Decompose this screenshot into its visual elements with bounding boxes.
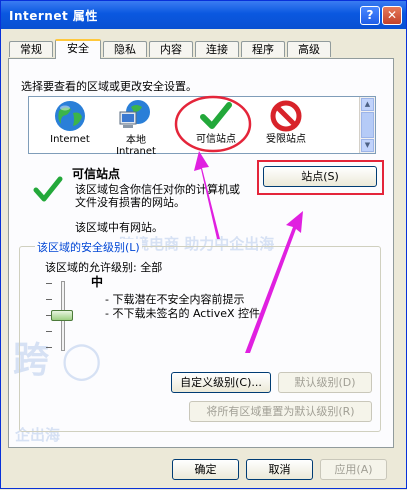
- selected-zone-check-icon: [33, 176, 63, 202]
- zone-restricted-sites-label: 受限站点: [266, 134, 306, 145]
- zone-list-scrollbar[interactable]: ▲ ▼: [359, 97, 375, 153]
- scroll-thumb[interactable]: [361, 112, 374, 138]
- default-level-button[interactable]: 默认级别(D): [278, 372, 372, 393]
- slider-tick: [46, 299, 52, 300]
- zone-local-intranet[interactable]: 本地 Intranet: [101, 97, 171, 157]
- level-description-line: - 不下载未签名的 ActiveX 控件: [105, 307, 261, 320]
- zone-internet[interactable]: Internet: [35, 97, 105, 153]
- selected-zone-note: 该区域中有网站。: [75, 221, 163, 234]
- apply-button[interactable]: 应用(A): [320, 459, 387, 480]
- tab-privacy[interactable]: 隐私: [103, 41, 147, 57]
- scroll-up-icon[interactable]: ▲: [361, 98, 374, 111]
- selected-zone-description-line2: 文件没有损害的网站。: [75, 196, 185, 209]
- zone-local-intranet-label-line2: Intranet: [116, 146, 156, 157]
- slider-tick: [46, 283, 52, 284]
- globe-icon: [55, 101, 85, 131]
- security-level-group-title: 该区域的安全级别(L): [35, 239, 142, 255]
- allowed-levels-text: 该区域的允许级别: 全部: [45, 261, 163, 274]
- security-level-slider-thumb[interactable]: [51, 310, 73, 321]
- selected-zone-description-line1: 该区域包含你信任对你的计算机或: [75, 183, 240, 196]
- zone-local-intranet-label-line1: 本地: [126, 135, 146, 146]
- cancel-button[interactable]: 取消: [246, 459, 313, 480]
- annotation-circle: [174, 95, 252, 153]
- tab-general[interactable]: 常规: [9, 41, 53, 57]
- tab-advanced[interactable]: 高级: [287, 41, 331, 57]
- custom-level-button[interactable]: 自定义级别(C)...: [171, 372, 271, 393]
- slider-tick: [46, 331, 52, 332]
- selected-zone-name: 可信站点: [72, 167, 121, 181]
- instruction-text: 选择要查看的区域或更改安全设置。: [21, 80, 197, 93]
- sites-button[interactable]: 站点(S): [263, 166, 377, 187]
- tab-security[interactable]: 安全: [55, 39, 101, 59]
- title-bar[interactable]: Internet 属性 ? ✕: [1, 1, 406, 29]
- help-button[interactable]: ?: [360, 6, 380, 25]
- tab-programs[interactable]: 程序: [241, 41, 285, 57]
- zone-local-intranet-label: 本地 Intranet: [101, 135, 171, 157]
- tab-connections[interactable]: 连接: [195, 41, 239, 57]
- selected-zone-description: 该区域包含你信任对你的计算机或 文件没有损害的网站。: [75, 183, 265, 209]
- zone-restricted-sites[interactable]: 受限站点: [251, 97, 321, 153]
- slider-tick: [46, 347, 52, 348]
- reset-all-zones-button[interactable]: 将所有区域重置为默认级别(R): [189, 401, 372, 422]
- scroll-down-icon[interactable]: ▼: [361, 139, 374, 152]
- tab-content[interactable]: 内容: [149, 41, 193, 57]
- ok-button[interactable]: 确定: [172, 459, 239, 480]
- security-level-name: 中: [91, 275, 104, 289]
- restricted-icon: [270, 100, 302, 132]
- internet-properties-window: Internet 属性 ? ✕ 常规 安全 隐私 内容 连接 程序 高级 一 ◯…: [0, 0, 407, 489]
- window-title: Internet 属性: [9, 9, 98, 23]
- computer-icon: [119, 100, 150, 128]
- zone-internet-label: Internet: [50, 134, 90, 145]
- close-button[interactable]: ✕: [382, 6, 402, 25]
